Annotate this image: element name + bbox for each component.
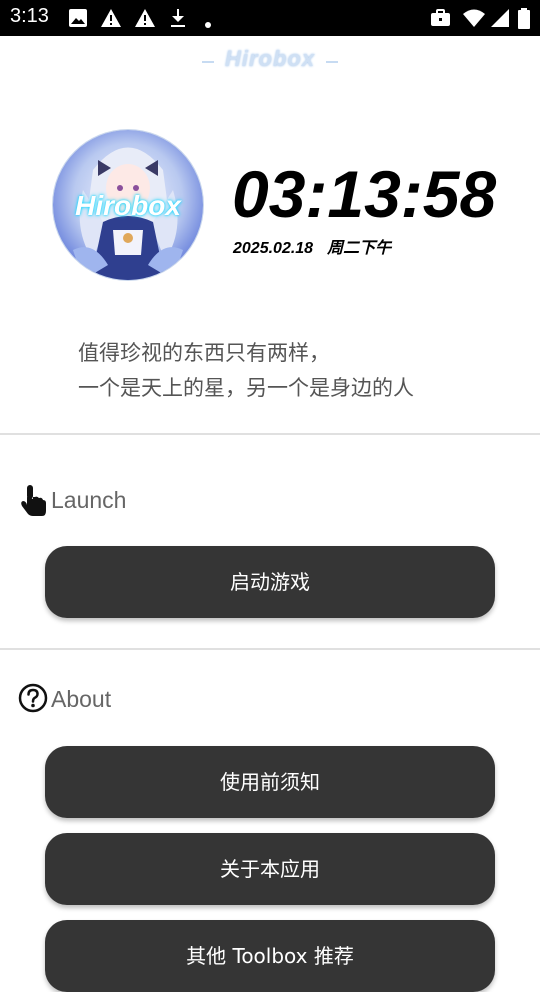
- about-app-button[interactable]: 关于本应用: [45, 833, 495, 905]
- briefcase-icon: [430, 8, 451, 32]
- warning-icon: [134, 8, 156, 32]
- clock-weekday: 周二下午: [327, 240, 392, 257]
- status-bar: 3:13: [0, 0, 540, 36]
- launch-label: Launch: [51, 487, 127, 513]
- battery-icon: [518, 8, 530, 34]
- quote: 值得珍视的东西只有两样， 一个是天上的星，另一个是身边的人: [78, 336, 414, 406]
- clock-date: 2025.02.18: [233, 240, 314, 257]
- signal-icon: [490, 8, 510, 32]
- avatar-logo-text: Hirobox: [75, 190, 181, 221]
- quote-line-1: 值得珍视的东西只有两样，: [78, 341, 330, 365]
- touch-icon: [18, 483, 50, 517]
- quote-line-2: 一个是天上的星，另一个是身边的人: [78, 376, 414, 400]
- dot-icon: [204, 14, 212, 33]
- about-label: About: [51, 686, 112, 712]
- divider: [0, 433, 540, 435]
- app-logo: Hirobox: [200, 46, 340, 76]
- launch-game-button[interactable]: 启动游戏: [45, 546, 495, 618]
- other-toolbox-button[interactable]: 其他 Toolbox 推荐: [45, 920, 495, 992]
- clock-date-row: 2025.02.18 周二下午: [233, 234, 405, 258]
- divider: [0, 648, 540, 650]
- clock-time: 03:13:58: [232, 157, 497, 231]
- avatar[interactable]: Hirobox: [53, 130, 203, 280]
- download-icon: [168, 8, 188, 32]
- usage-notice-button[interactable]: 使用前须知: [45, 746, 495, 818]
- wifi-icon: [462, 8, 486, 32]
- image-icon: [68, 8, 88, 32]
- warning-icon: [100, 8, 122, 32]
- help-circle-icon: [18, 682, 50, 716]
- status-time: 3:13: [10, 5, 49, 27]
